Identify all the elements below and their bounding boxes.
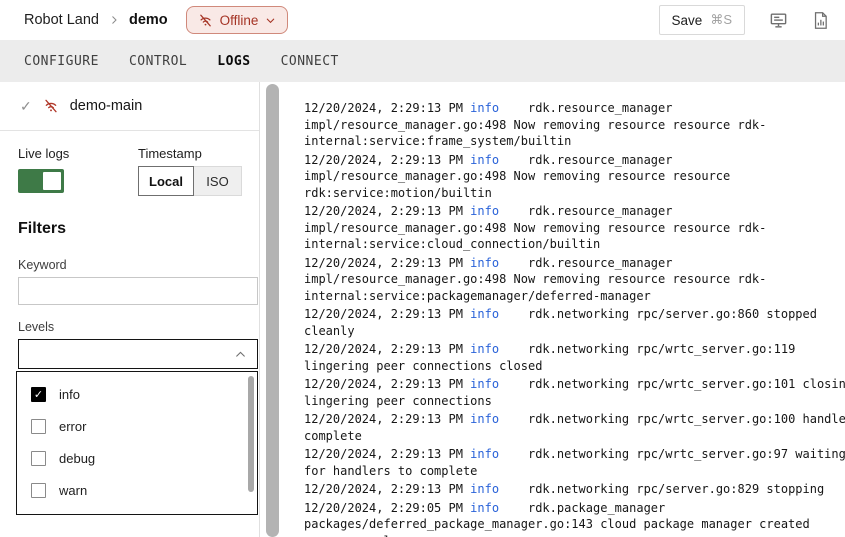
- level-option-label: error: [59, 419, 86, 434]
- levels-dropdown-panel: ✓ info error debug warn: [16, 371, 258, 515]
- log-level: info: [470, 342, 499, 356]
- log-level: info: [470, 307, 499, 321]
- dropdown-scrollbar-thumb[interactable]: [248, 376, 254, 492]
- breadcrumb: Robot Land demo: [24, 12, 168, 28]
- breadcrumb-machine: demo: [129, 12, 168, 28]
- log-timestamp: 12/20/2024, 2:29:13 PM: [304, 204, 470, 218]
- live-logs-label: Live logs: [18, 146, 69, 161]
- checkbox-unchecked-icon[interactable]: [31, 451, 46, 466]
- level-option-warn[interactable]: warn: [17, 474, 257, 506]
- log-level: info: [470, 204, 499, 218]
- content: ✓ demo-main Live logs Timestamp LocalISO…: [0, 82, 845, 537]
- chevron-up-icon: [234, 348, 247, 361]
- levels-label: Levels: [18, 320, 54, 334]
- offline-status-badge[interactable]: Offline: [186, 6, 289, 34]
- check-icon: ✓: [20, 98, 32, 115]
- monitor-icon[interactable]: [769, 11, 788, 30]
- save-button-label: Save: [672, 13, 703, 28]
- level-option-debug[interactable]: debug: [17, 442, 257, 474]
- checkbox-unchecked-icon[interactable]: [31, 483, 46, 498]
- log-entry: 12/20/2024, 2:29:13 PM info rdk.networki…: [304, 481, 845, 498]
- log-level: info: [470, 482, 499, 496]
- log-scrollbar-track: [261, 82, 281, 537]
- log-entry: 12/20/2024, 2:29:13 PM info rdk.networki…: [304, 376, 845, 409]
- header-actions: Save ⌘S: [659, 5, 829, 35]
- log-entry: 12/20/2024, 2:29:13 PM info rdk.networki…: [304, 306, 845, 339]
- log-level: info: [470, 447, 499, 461]
- log-timestamp: 12/20/2024, 2:29:13 PM: [304, 256, 470, 270]
- tab-connect[interactable]: CONNECT: [281, 54, 339, 69]
- toggle-knob: [43, 172, 61, 190]
- breadcrumb-org[interactable]: Robot Land: [24, 12, 99, 28]
- log-level: info: [470, 256, 499, 270]
- wifi-off-icon: [198, 13, 213, 28]
- log-timestamp: 12/20/2024, 2:29:05 PM: [304, 501, 470, 515]
- level-option-error[interactable]: error: [17, 410, 257, 442]
- log-timestamp: 12/20/2024, 2:29:13 PM: [304, 412, 470, 426]
- log-level: info: [470, 377, 499, 391]
- status-badge-label: Offline: [220, 13, 259, 28]
- machine-part-name: demo-main: [70, 98, 143, 114]
- timestamp-local-button[interactable]: Local: [138, 166, 194, 196]
- level-option-label: warn: [59, 483, 87, 498]
- level-option-info[interactable]: ✓ info: [17, 378, 257, 410]
- save-shortcut-hint: ⌘S: [710, 12, 732, 28]
- file-chart-icon[interactable]: [812, 11, 829, 30]
- tab-logs[interactable]: LOGS: [217, 54, 250, 69]
- levels-select[interactable]: [18, 339, 258, 369]
- chevron-down-icon: [265, 15, 276, 26]
- log-list: 12/20/2024, 2:29:13 PM info rdk.resource…: [304, 100, 845, 537]
- log-timestamp: 12/20/2024, 2:29:13 PM: [304, 101, 470, 115]
- log-timestamp: 12/20/2024, 2:29:13 PM: [304, 482, 470, 496]
- log-entry: 12/20/2024, 2:29:13 PM info rdk.networki…: [304, 446, 845, 479]
- log-timestamp: 12/20/2024, 2:29:13 PM: [304, 447, 470, 461]
- wifi-off-icon: [43, 98, 59, 114]
- log-level: info: [470, 501, 499, 515]
- filters-title: Filters: [18, 220, 66, 238]
- level-option-label: debug: [59, 451, 95, 466]
- keyword-input[interactable]: [18, 277, 258, 305]
- log-entry: 12/20/2024, 2:29:13 PM info rdk.resource…: [304, 152, 845, 202]
- log-timestamp: 12/20/2024, 2:29:13 PM: [304, 342, 470, 356]
- sidebar-item-demo-main[interactable]: ✓ demo-main: [0, 82, 259, 131]
- log-entry: 12/20/2024, 2:29:13 PM info rdk.networki…: [304, 411, 845, 444]
- log-scrollbar-thumb[interactable]: [266, 84, 279, 537]
- breadcrumb-chevron-icon: [108, 14, 120, 26]
- log-level: info: [470, 101, 499, 115]
- log-entry: 12/20/2024, 2:29:05 PM info rdk.package_…: [304, 500, 845, 537]
- log-timestamp: 12/20/2024, 2:29:13 PM: [304, 153, 470, 167]
- tab-configure[interactable]: CONFIGURE: [24, 54, 99, 69]
- timestamp-label: Timestamp: [138, 146, 202, 161]
- tab-bar: CONFIGURE CONTROL LOGS CONNECT: [0, 40, 845, 82]
- log-entry: 12/20/2024, 2:29:13 PM info rdk.networki…: [304, 341, 845, 374]
- log-level: info: [470, 153, 499, 167]
- log-timestamp: 12/20/2024, 2:29:13 PM: [304, 377, 470, 391]
- checkbox-unchecked-icon[interactable]: [31, 419, 46, 434]
- timestamp-format-group: LocalISO: [138, 166, 242, 196]
- header: Robot Land demo Offline Save ⌘S: [0, 0, 845, 40]
- log-entry: 12/20/2024, 2:29:13 PM info rdk.resource…: [304, 203, 845, 253]
- logs-sidebar: ✓ demo-main Live logs Timestamp LocalISO…: [0, 82, 260, 537]
- log-entry: 12/20/2024, 2:29:13 PM info rdk.resource…: [304, 255, 845, 305]
- log-pane: 12/20/2024, 2:29:13 PM info rdk.resource…: [281, 82, 845, 537]
- log-message: rdk.networking rpc/server.go:829 stoppin…: [499, 482, 824, 496]
- keyword-label: Keyword: [18, 258, 67, 272]
- tab-control[interactable]: CONTROL: [129, 54, 187, 69]
- log-timestamp: 12/20/2024, 2:29:13 PM: [304, 307, 470, 321]
- checkbox-checked-icon[interactable]: ✓: [31, 387, 46, 402]
- log-level: info: [470, 412, 499, 426]
- save-button[interactable]: Save ⌘S: [659, 5, 745, 35]
- log-entry: 12/20/2024, 2:29:13 PM info rdk.resource…: [304, 100, 845, 150]
- level-option-label: info: [59, 387, 80, 402]
- live-logs-toggle[interactable]: [18, 169, 64, 193]
- timestamp-iso-button[interactable]: ISO: [194, 166, 242, 196]
